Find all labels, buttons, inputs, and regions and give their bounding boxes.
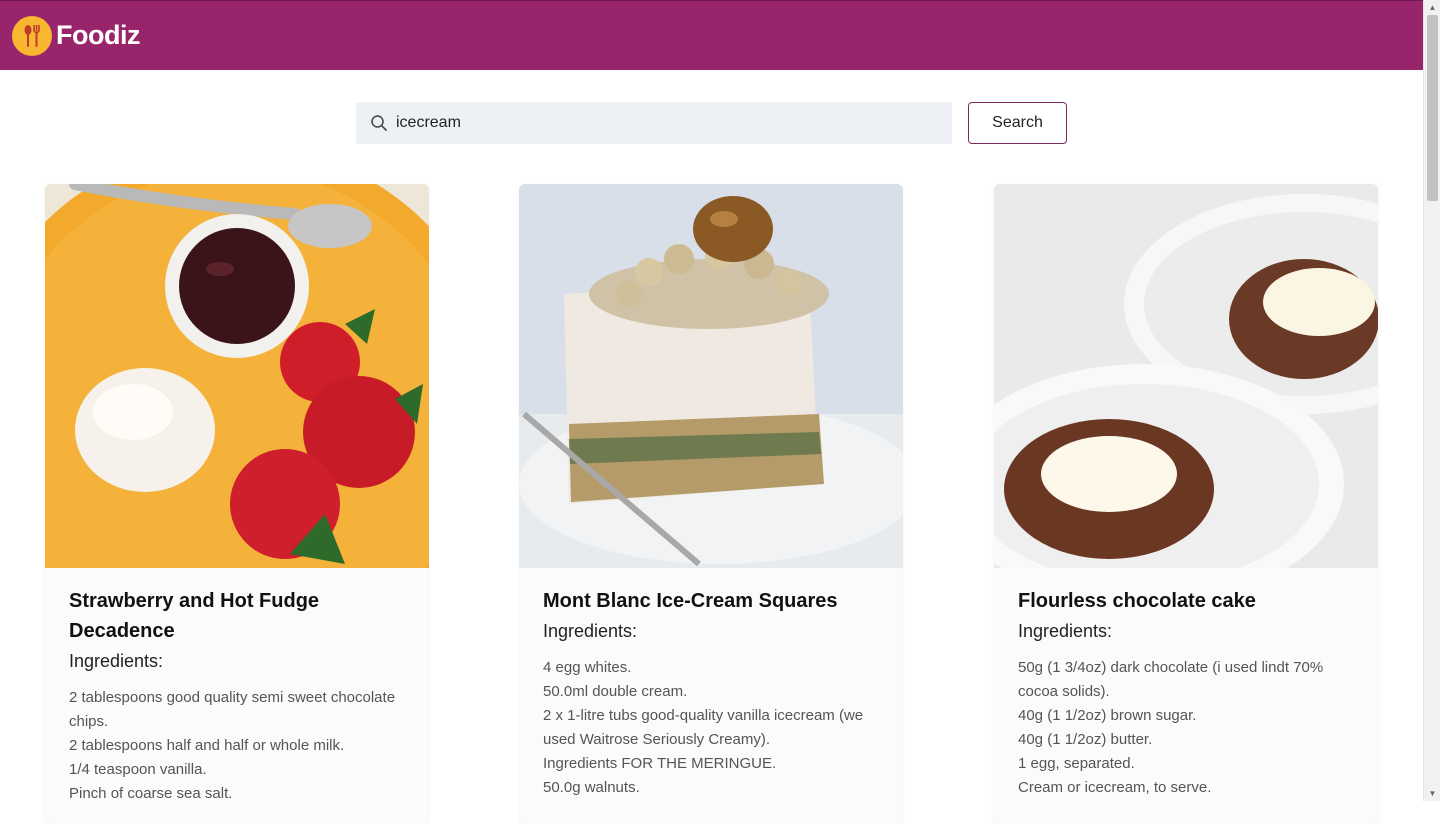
ingredient-item: 40g (1 1/2oz) butter. — [1018, 731, 1153, 748]
ingredient-item: 2 tablespoons good quality semi sweet ch… — [69, 689, 396, 730]
ingredients-list: 50g (1 3/4oz) dark chocolate (i used lin… — [1018, 656, 1354, 800]
logo-icon[interactable] — [12, 15, 52, 56]
ingredients-heading: Ingredients: — [543, 621, 638, 641]
ingredient-item: Cream or icecream, to serve. — [1018, 779, 1212, 796]
recipe-title[interactable]: Strawberry and Hot Fudge Decadence — [69, 586, 405, 646]
ingredient-item: 40g (1 1/2oz) brown sugar. — [1018, 707, 1197, 724]
search-input[interactable] — [396, 114, 916, 132]
search-icon — [371, 115, 387, 131]
ingredient-item: 4 egg whites. — [543, 659, 632, 676]
recipe-card[interactable]: Mont Blanc Ice-Cream Squares Ingredients… — [519, 184, 903, 824]
fork-spoon-icon — [24, 24, 40, 47]
ingredients-list: 2 tablespoons good quality semi sweet ch… — [69, 686, 405, 806]
scroll-thumb[interactable] — [1427, 15, 1438, 201]
ingredient-item: 50.0ml double cream. — [543, 683, 688, 700]
ingredient-item: 2 x 1-litre tubs good-quality vanilla ic… — [543, 707, 864, 748]
ingredients-heading: Ingredients: — [1018, 621, 1113, 641]
recipe-title[interactable]: Flourless chocolate cake — [1018, 586, 1354, 616]
scroll-up-arrow-icon[interactable]: ▲ — [1424, 0, 1440, 15]
page-scrollbar[interactable]: ▲ ▼ — [1423, 0, 1440, 801]
scroll-down-arrow-icon[interactable]: ▼ — [1424, 786, 1440, 801]
ingredient-item: 50.0g walnuts. — [543, 779, 640, 796]
recipe-title[interactable]: Mont Blanc Ice-Cream Squares — [543, 586, 879, 616]
ingredient-item: Pinch of coarse sea salt. — [69, 785, 233, 802]
recipe-image[interactable] — [994, 184, 1378, 568]
ingredients-heading: Ingredients: — [69, 651, 164, 671]
ingredient-item: Ingredients FOR THE MERINGUE. — [543, 755, 777, 772]
ingredient-item: 1 egg, separated. — [1018, 755, 1135, 772]
search-button[interactable]: Search — [968, 102, 1067, 144]
ingredients-list: 4 egg whites. 50.0ml double cream. 2 x 1… — [543, 656, 879, 800]
recipe-image[interactable] — [45, 184, 429, 568]
ingredient-item: 50g (1 3/4oz) dark chocolate (i used lin… — [1018, 659, 1324, 700]
recipe-card[interactable]: Flourless chocolate cake Ingredients: 50… — [994, 184, 1378, 824]
ingredient-item: 1/4 teaspoon vanilla. — [69, 761, 207, 778]
ingredient-item: 2 tablespoons half and half or whole mil… — [69, 737, 345, 754]
recipe-card[interactable]: Strawberry and Hot Fudge Decadence Ingre… — [45, 184, 429, 824]
brand-name[interactable]: Foodiz — [56, 20, 140, 51]
search-box — [356, 102, 952, 144]
recipe-image[interactable] — [519, 184, 903, 568]
top-navbar: Foodiz — [0, 0, 1423, 70]
